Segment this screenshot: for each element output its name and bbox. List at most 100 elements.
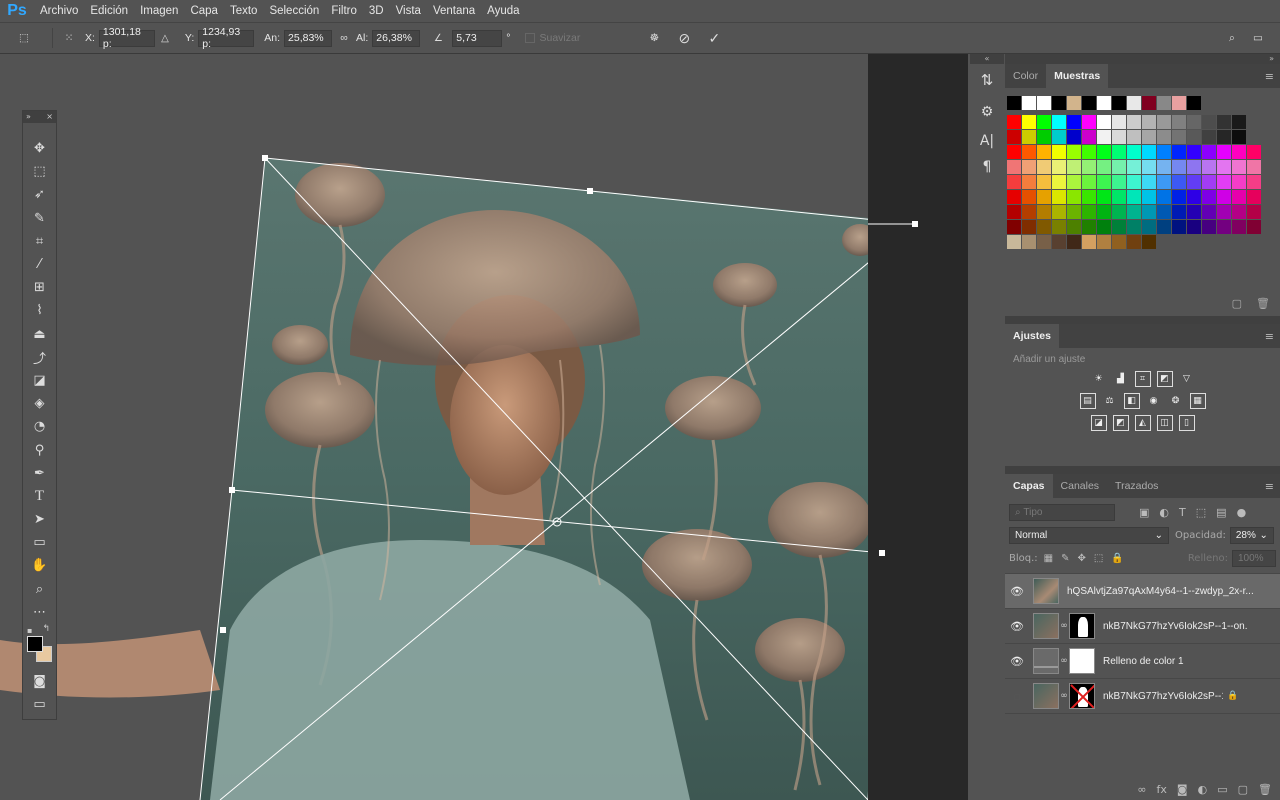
menu-ventana[interactable]: Ventana [427,5,481,17]
history-brush-tool-icon[interactable]: ⤴ [23,346,56,369]
brightness-icon[interactable]: ☀ [1091,371,1107,387]
menu-3d[interactable]: 3D [363,5,390,17]
eyedropper-tool-icon[interactable]: ⁄ [23,253,56,276]
y-field[interactable]: 1234,93 p: [198,26,255,50]
posterize-icon[interactable]: ◩ [1112,415,1129,431]
delete-swatch-icon[interactable]: 🗑 [1256,297,1270,310]
tab-channels[interactable]: Canales [1053,474,1108,498]
menu-seleccion[interactable]: Selección [263,5,325,17]
document-canvas[interactable] [0,54,868,800]
filter-toggle-icon[interactable]: ● [1237,506,1247,519]
handle-top-right[interactable] [912,221,918,227]
mask-link-icon[interactable]: ∞ [1059,691,1069,701]
tab-color[interactable]: Color [1005,64,1046,88]
swatch[interactable] [1187,96,1202,111]
swatch[interactable] [1022,96,1037,111]
relative-position-icon[interactable]: △ [157,30,173,46]
collapse-icon[interactable]: « [970,54,1004,64]
rectangle-tool-icon[interactable]: ▭ [23,531,56,554]
filter-pixel-icon[interactable]: ▣ [1139,506,1149,519]
crop-tool-icon[interactable]: ⌗ [23,230,56,253]
layer-name[interactable]: Relleno de color 1 [1103,656,1184,667]
visibility-empty-icon[interactable]: ▫ [1005,690,1029,703]
new-layer-icon[interactable]: ▢ [1238,783,1248,796]
swap-colors-icon[interactable]: ↰ [42,624,50,634]
photo-filter-icon[interactable]: ◉ [1146,393,1162,409]
swatch[interactable] [1067,96,1082,111]
panel-menu-icon[interactable]: ≡ [1265,70,1274,83]
quick-select-tool-icon[interactable]: ✎ [23,207,56,230]
smooth-checkbox[interactable] [524,33,535,43]
invert-icon[interactable]: ◪ [1090,415,1107,431]
layer-mask-thumbnail[interactable] [1069,648,1095,674]
type-tool-icon[interactable]: T [23,485,56,508]
vibrance-icon[interactable]: ▤ [1079,393,1096,409]
tab-swatches[interactable]: Muestras [1046,64,1109,88]
opacity-field[interactable]: 28% ⌄ [1229,527,1274,544]
swatch[interactable] [1172,96,1187,111]
recent-swatches[interactable] [1007,96,1280,111]
mask-link-icon[interactable]: ∞ [1059,656,1069,666]
handle-middle-left[interactable] [229,487,235,493]
layer-mask-thumbnail[interactable] [1069,613,1095,639]
foreground-color-swatch[interactable] [27,635,43,652]
tools-panel-header[interactable]: » × [23,111,56,123]
clone-stamp-tool-icon[interactable]: ⏏ [23,323,56,346]
menu-imagen[interactable]: Imagen [134,5,184,17]
layer-filter-input[interactable]: ⌕ Tipo [1009,504,1115,521]
lasso-tool-icon[interactable]: ➶ [23,183,56,206]
swatch[interactable] [1112,96,1127,111]
tab-paths[interactable]: Trazados [1107,474,1166,498]
paint-bucket-tool-icon[interactable]: ◈ [23,392,56,415]
menu-archivo[interactable]: Archivo [34,5,84,17]
color-balance-icon[interactable]: ⚖ [1102,393,1118,409]
swatch[interactable] [1142,96,1157,111]
adjustments-menu-icon[interactable]: ≡ [1265,330,1274,343]
threshold-icon[interactable]: ◭ [1134,415,1151,431]
curves-icon[interactable]: ⌗ [1134,371,1151,387]
marquee-tool-icon[interactable]: ⬚ [23,160,56,183]
menu-capa[interactable]: Capa [184,5,224,17]
layers-menu-icon[interactable]: ≡ [1265,480,1274,493]
filter-smart-icon[interactable]: ▤ [1216,506,1226,519]
handle-top-left[interactable] [262,155,268,161]
workspace-icon[interactable]: ▭ [1250,30,1266,46]
hand-tool-icon[interactable]: ✋ [23,554,56,577]
delete-layer-icon[interactable]: 🗑 [1258,783,1272,796]
new-swatch-icon[interactable]: ▢ [1232,297,1242,310]
filter-type-icon[interactable]: T [1179,506,1186,519]
handle-middle-right[interactable] [879,550,885,556]
screen-mode-icon[interactable]: ▭ [23,693,56,716]
selective-color-icon[interactable]: ◫ [1156,415,1173,431]
visibility-eye-icon[interactable]: 👁 [1005,620,1029,633]
filter-adjustment-icon[interactable]: ◐ [1159,506,1169,519]
angle-field[interactable]: 5,73 [452,29,503,47]
blur-tool-icon[interactable]: ◔ [23,415,56,438]
reference-point-icon[interactable]: ⁙ [61,30,77,46]
search-icon[interactable]: ⌕ [1224,30,1240,46]
swatch-grid[interactable] [1007,115,1280,250]
swatch[interactable] [1127,96,1142,111]
add-mask-icon[interactable]: ◙ [1177,783,1188,796]
zoom-tool-icon[interactable]: ⌕ [23,578,56,601]
lock-all-icon[interactable]: 🔒 [1111,553,1123,564]
more-tools-icon[interactable]: ⋯ [23,601,56,624]
layer-name[interactable]: nkB7NkG77hzYv6Iok2sP--1--on... [1103,621,1248,632]
swatch[interactable] [1037,96,1052,111]
link-layers-icon[interactable]: ∞ [1137,783,1146,796]
panels-collapse-icon[interactable]: » [1005,54,1280,64]
new-adjustment-icon[interactable]: ◐ [1198,783,1208,796]
fill-field[interactable]: 100% [1232,550,1276,567]
layer-row[interactable]: ▫ ∞ nkB7NkG77hzYv6Iok2sP--1-... 🔒 [1005,679,1280,714]
swatch[interactable] [1097,96,1112,111]
black-white-icon[interactable]: ◧ [1123,393,1140,409]
move-tool-icon[interactable]: ✥ [23,137,56,160]
pen-tool-icon[interactable]: ✒ [23,462,56,485]
menu-ayuda[interactable]: Ayuda [481,5,525,17]
cancel-transform-icon[interactable]: ⊘ [676,30,692,46]
commit-transform-icon[interactable]: ✓ [706,30,722,46]
layer-mask-thumbnail[interactable] [1069,683,1095,709]
link-icon[interactable]: ∞ [336,30,352,46]
default-colors-icon[interactable]: ▪ [27,626,32,635]
blend-mode-select[interactable]: Normal ⌄ [1009,527,1169,544]
